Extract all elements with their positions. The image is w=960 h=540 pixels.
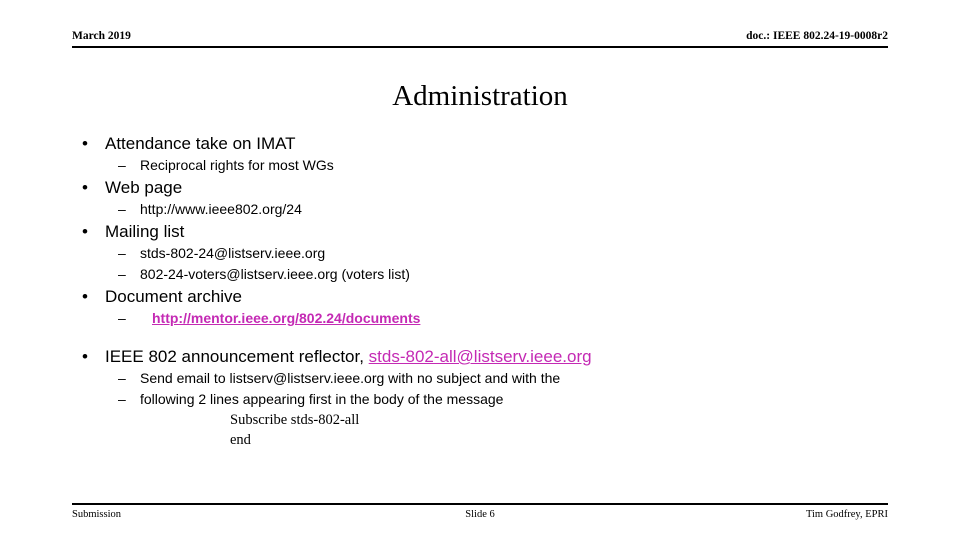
sub-bullet-document-archive-link: – http://mentor.ieee.org/802.24/document… [72,308,902,329]
sub-bullet-reciprocal-rights: – Reciprocal rights for most WGs [72,155,902,176]
dash-marker-icon: – [118,310,126,326]
subscribe-command-line: Subscribe stds-802-all [230,412,360,428]
header-doc-id: doc.: IEEE 802.24-19-0008r2 [746,30,888,42]
sub-bullet-send-email-instruction: – Send email to listserv@listserv.ieee.o… [72,368,902,389]
bullet-mailing-list: • Mailing list [72,220,902,243]
dash-marker-icon: – [118,391,126,407]
bullet-label: Document archive [105,287,243,306]
footer-submission-label: Submission [72,509,122,520]
sub-bullet-label: 802-24-voters@listserv.ieee.org (voters … [140,266,410,282]
bullet-web-page: • Web page [72,176,902,199]
footer-author: Tim Godfrey, EPRI [805,509,888,520]
end-command-line: end [230,432,251,448]
sub-bullet-label: stds-802-24@listserv.ieee.org [140,245,326,261]
dash-marker-icon: – [118,245,126,261]
bullet-document-archive: • Document archive [72,285,902,308]
stds-802-all-link[interactable]: stds-802-all@listserv.ieee.org [369,347,592,366]
page-title: Administration [392,80,568,112]
slide-body: • Attendance take on IMAT – Reciprocal r… [72,132,902,450]
sub-bullet-voters-list-address: – 802-24-voters@listserv.ieee.org (voter… [72,264,902,285]
bullet-marker-icon: • [82,134,88,153]
bullet-marker-icon: • [82,178,88,197]
sub-bullet-web-page-url: – http://www.ieee802.org/24 [72,199,902,220]
bullet-marker-icon: • [82,222,88,241]
dash-marker-icon: – [118,157,126,173]
bullet-announcement-reflector: • IEEE 802 announcement reflector, stds-… [72,345,902,368]
sub-bullet-following-lines-instruction: – following 2 lines appearing first in t… [72,389,902,410]
dash-marker-icon: – [118,370,126,386]
dash-marker-icon: – [118,266,126,282]
sub-bullet-label: following 2 lines appearing first in the… [140,391,504,407]
bullet-attendance: • Attendance take on IMAT [72,132,902,155]
sub-bullet-mailing-list-address: – stds-802-24@listserv.ieee.org [72,243,902,264]
slide-footer: Submission Slide 6 Tim Godfrey, EPRI [72,503,888,521]
header-date: March 2019 [72,30,131,42]
bullet-marker-icon: • [82,347,88,366]
bullet-label: IEEE 802 announcement reflector, [105,347,369,366]
bullet-marker-icon: • [82,287,88,306]
bullet-label: Web page [105,178,183,197]
bullet-label: Mailing list [105,222,185,241]
sub-bullet-label: Reciprocal rights for most WGs [140,157,334,173]
mentor-archive-link[interactable]: http://mentor.ieee.org/802.24/documents [152,310,420,326]
footer-slide-number: Slide 6 [465,509,495,520]
sub-bullet-label: Send email to listserv@listserv.ieee.org… [140,370,561,386]
bullet-label: Attendance take on IMAT [105,134,296,153]
slide-header: March 2019 doc.: IEEE 802.24-19-0008r2 [72,30,888,48]
dash-marker-icon: – [118,201,126,217]
sub-bullet-label: http://www.ieee802.org/24 [140,201,302,217]
